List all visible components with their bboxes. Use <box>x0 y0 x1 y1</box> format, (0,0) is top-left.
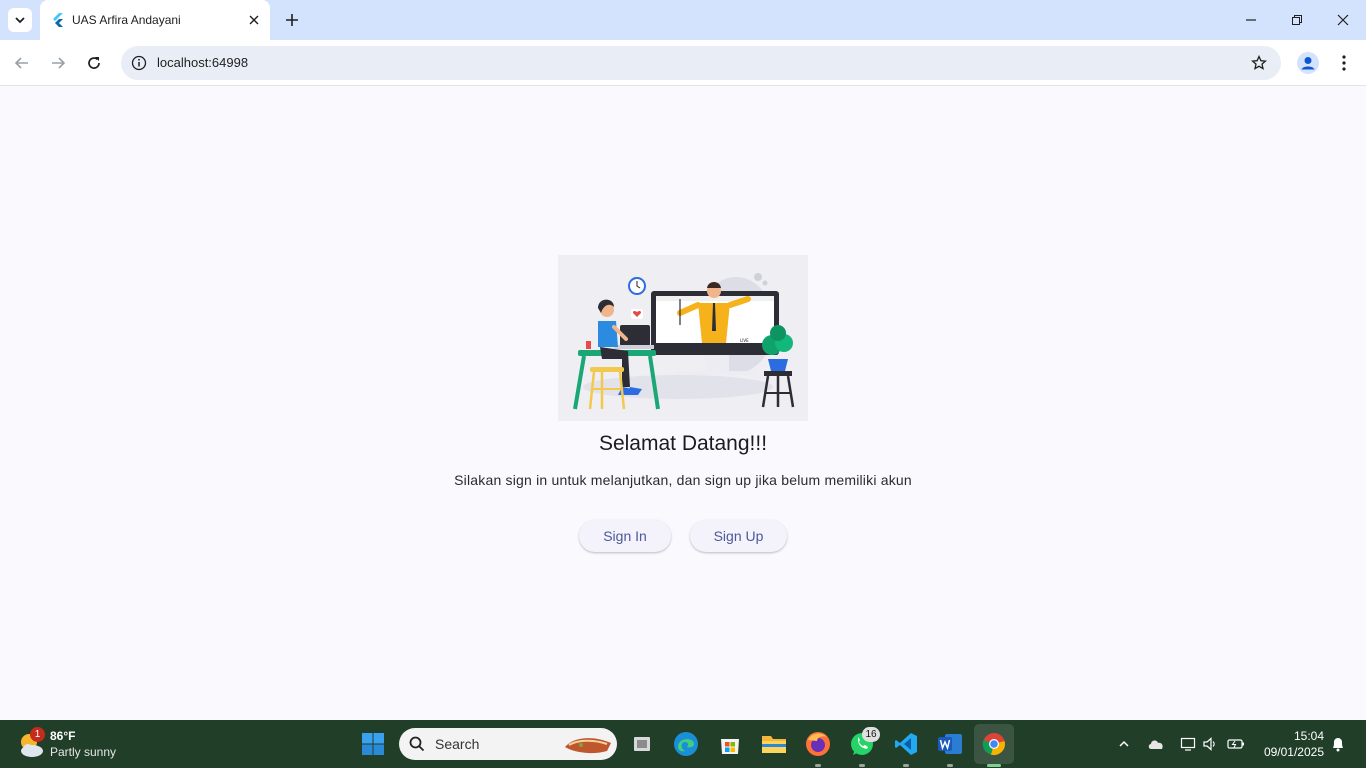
cloud-icon <box>1148 740 1163 749</box>
clock-date: 09/01/2025 <box>1263 745 1324 759</box>
vscode-icon <box>895 733 917 755</box>
word-icon <box>938 734 962 754</box>
weather-temperature: 86°F <box>50 729 76 743</box>
back-button[interactable] <box>10 51 34 75</box>
reload-icon <box>88 57 100 69</box>
chrome-app-button[interactable] <box>978 728 1010 760</box>
store-icon <box>721 739 739 754</box>
bookmark-star-icon[interactable] <box>1249 53 1269 73</box>
flutter-icon <box>53 13 63 27</box>
welcome-page: LIVE Selamat Datang!!! Silakan sign in u… <box>0 87 1366 720</box>
sign-in-button[interactable]: Sign In <box>579 520 671 552</box>
close-icon <box>1337 14 1349 26</box>
edge-app-button[interactable] <box>670 728 702 760</box>
chevron-down-icon <box>15 17 25 24</box>
active-indicator <box>987 764 1001 767</box>
bell-icon <box>1333 738 1343 752</box>
running-indicator <box>815 764 821 767</box>
restore-button[interactable] <box>1274 0 1320 40</box>
firefox-icon <box>806 732 830 756</box>
tab-strip: UAS Arfira Andayani <box>0 0 1366 40</box>
windows-taskbar: 1 86°F Partly sunny Search 16 15:04 09/0… <box>0 720 1366 768</box>
search-icon <box>409 736 425 752</box>
tab-search-button[interactable] <box>8 8 32 32</box>
profile-avatar-icon[interactable] <box>1296 51 1320 75</box>
battery-icon <box>1227 739 1244 749</box>
plus-icon <box>286 14 298 26</box>
more-menu-icon[interactable] <box>1334 51 1354 75</box>
live-label: LIVE <box>740 338 749 343</box>
minimize-icon <box>1246 19 1256 21</box>
onedrive-button[interactable] <box>1140 728 1172 760</box>
store-app-button[interactable] <box>714 728 746 760</box>
welcome-heading: Selamat Datang!!! <box>598 432 768 455</box>
windows-logo-icon <box>362 733 384 755</box>
chrome-icon <box>982 733 1005 755</box>
speaker-icon <box>1203 737 1215 751</box>
folder-icon <box>762 736 786 753</box>
notifications-button[interactable] <box>1322 728 1354 760</box>
running-indicator <box>903 764 909 767</box>
tab-title: UAS Arfira Andayani <box>72 13 181 27</box>
whatsapp-badge: 16 <box>862 727 880 742</box>
search-label: Search <box>435 736 480 752</box>
edge-icon <box>674 732 698 756</box>
battery-button[interactable] <box>1220 728 1252 760</box>
task-view-button[interactable] <box>626 728 658 760</box>
minimize-button[interactable] <box>1228 0 1274 40</box>
weather-badge: 1 <box>30 727 45 742</box>
new-tab-button[interactable] <box>282 10 302 30</box>
url-text[interactable]: localhost:64998 <box>157 55 248 70</box>
clock-time: 15:04 <box>1293 729 1324 743</box>
sign-up-button[interactable]: Sign Up <box>690 520 787 552</box>
show-hidden-icons-button[interactable] <box>1108 728 1140 760</box>
tab-close-icon[interactable] <box>246 12 262 28</box>
arrow-left-icon <box>14 57 28 69</box>
site-info-icon[interactable] <box>129 53 149 73</box>
forward-button[interactable] <box>46 51 70 75</box>
start-button[interactable] <box>357 728 389 760</box>
restore-icon <box>1292 15 1302 25</box>
weather-condition: Partly sunny <box>50 745 117 759</box>
vscode-app-button[interactable] <box>890 728 922 760</box>
welcome-subtitle: Silakan sign in untuk melanjutkan, dan s… <box>454 472 912 488</box>
tab-active[interactable]: UAS Arfira Andayani <box>40 0 270 40</box>
arrow-right-icon <box>52 57 66 69</box>
address-bar[interactable]: localhost:64998 <box>121 46 1281 80</box>
weather-widget[interactable]: 1 86°F Partly sunny <box>16 726 146 762</box>
chevron-up-icon <box>1119 740 1129 747</box>
search-highlight-icon <box>565 738 611 754</box>
file-explorer-button[interactable] <box>758 728 790 760</box>
online-class-illustration: LIVE <box>558 255 808 421</box>
task-view-icon <box>634 737 650 751</box>
firefox-app-button[interactable] <box>802 728 834 760</box>
taskbar-search[interactable]: Search <box>399 728 617 760</box>
reload-button[interactable] <box>82 51 106 75</box>
running-indicator <box>947 764 953 767</box>
close-window-button[interactable] <box>1320 0 1366 40</box>
browser-toolbar: localhost:64998 <box>0 40 1366 86</box>
running-indicator <box>859 764 865 767</box>
word-app-button[interactable] <box>934 728 966 760</box>
